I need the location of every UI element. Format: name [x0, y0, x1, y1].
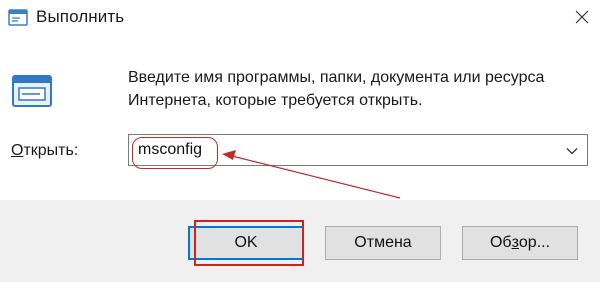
open-label-accelerator: О — [11, 142, 24, 159]
dialog-description: Введите имя программы, папки, документа … — [128, 66, 588, 112]
close-icon — [575, 10, 589, 24]
description-line-1: Введите имя программы, папки, документа … — [128, 69, 545, 86]
cancel-button-label: Отмена — [354, 234, 412, 251]
chevron-down-icon[interactable] — [565, 144, 579, 158]
browse-label-prefix: Об — [489, 234, 512, 251]
run-program-icon — [12, 75, 52, 107]
browse-label-accelerator: з — [511, 234, 519, 251]
description-line-2: Интернета, которые требуется открыть. — [128, 92, 423, 109]
window-title: Выполнить — [36, 7, 125, 26]
open-label-text: ткрыть: — [23, 142, 79, 159]
ok-highlight-box — [194, 220, 304, 266]
close-button[interactable] — [566, 2, 598, 32]
open-label: Открыть: — [11, 142, 78, 160]
run-dialog-icon — [8, 9, 28, 26]
title-bar: Выполнить — [0, 0, 600, 36]
browse-label-rest: ор... — [518, 234, 551, 251]
dialog-content: Введите имя программы, папки, документа … — [0, 36, 600, 200]
input-highlight-ellipse — [132, 137, 218, 169]
cancel-button[interactable]: Отмена — [325, 226, 441, 260]
browse-button[interactable]: Об з ор... — [462, 226, 578, 260]
